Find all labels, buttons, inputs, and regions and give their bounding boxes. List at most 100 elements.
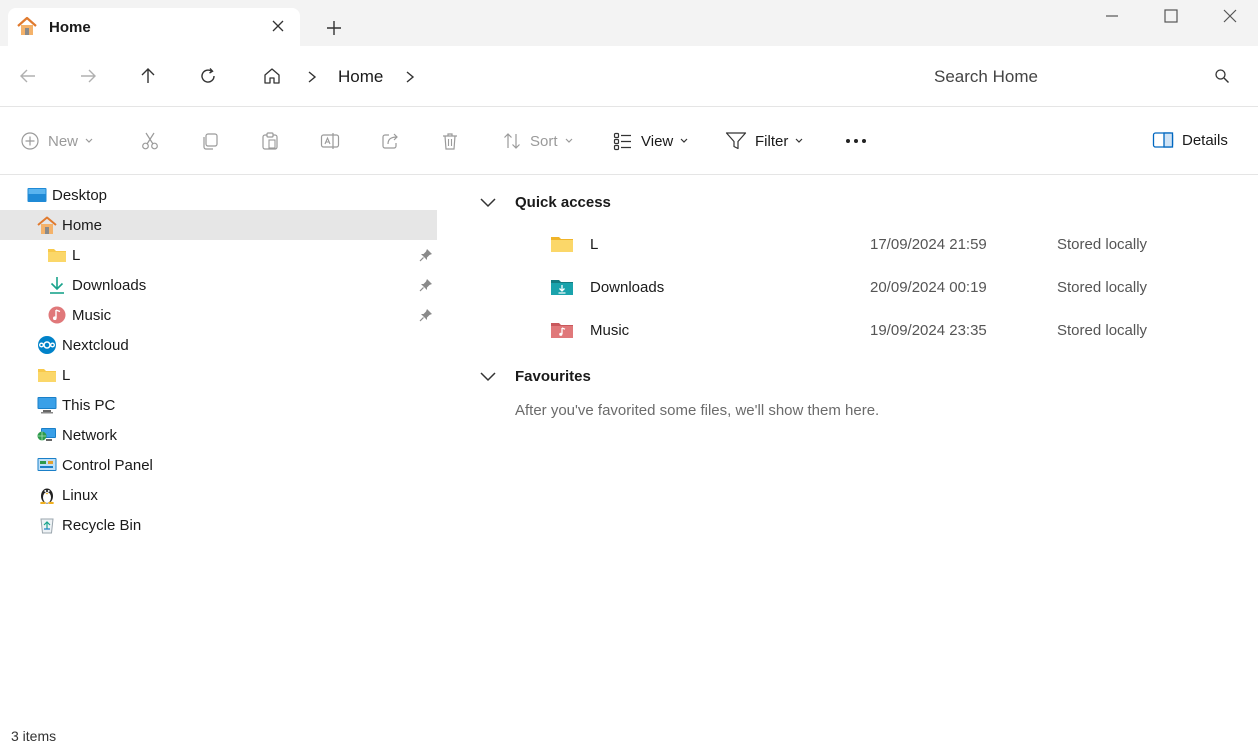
view-button-label: View: [641, 132, 674, 150]
chevron-down-icon: [680, 138, 688, 143]
cut-icon[interactable]: [140, 131, 160, 151]
sidebar-item-label: Nextcloud: [62, 337, 129, 354]
pin-icon[interactable]: [419, 278, 433, 292]
monitor-icon: [37, 397, 57, 414]
file-name: L: [590, 236, 599, 253]
sidebar-item-linux[interactable]: Linux: [0, 480, 437, 510]
sidebar-item-label: This PC: [62, 397, 116, 414]
sidebar-item-label: L: [62, 367, 71, 384]
title-bar: Home: [0, 0, 1258, 46]
close-icon[interactable]: [270, 18, 286, 34]
share-icon[interactable]: [380, 131, 400, 151]
plus-circle-icon: [21, 132, 39, 150]
file-status: Stored locally: [1057, 279, 1148, 296]
quick-access-header[interactable]: Quick access: [478, 194, 611, 211]
forward-arrow-icon[interactable]: [78, 66, 98, 86]
file-status: Stored locally: [1057, 236, 1148, 253]
file-status: Stored locally: [1057, 322, 1148, 339]
file-date: 20/09/2024 00:19: [870, 279, 987, 296]
home-icon: [37, 216, 57, 234]
chevron-right-icon[interactable]: [404, 70, 416, 84]
copy-icon[interactable]: [200, 131, 220, 151]
sidebar-item-label: Downloads: [72, 277, 147, 294]
list-item[interactable]: L 17/09/2024 21:59 Stored locally: [550, 230, 1190, 260]
search-icon[interactable]: [1214, 68, 1230, 84]
pin-icon[interactable]: [419, 308, 433, 322]
section-title: Quick access: [515, 194, 611, 211]
chevron-down-icon: [480, 198, 496, 208]
refresh-icon[interactable]: [198, 66, 218, 86]
music-icon: [48, 306, 66, 324]
sidebar-item-l-pinned[interactable]: L: [0, 240, 437, 270]
sidebar-item-label: Music: [72, 307, 112, 324]
sidebar-item-control-panel[interactable]: Control Panel: [0, 450, 437, 480]
search-input[interactable]: Search Home: [934, 67, 1038, 87]
chevron-down-icon: [85, 138, 93, 143]
tab-home[interactable]: Home: [8, 8, 300, 46]
sidebar-item-downloads-pinned[interactable]: Downloads: [0, 270, 437, 300]
sort-button[interactable]: Sort: [502, 131, 574, 151]
sort-icon: [504, 133, 520, 149]
status-bar-item-count: 3 items: [11, 728, 57, 744]
sidebar-item-label: Home: [62, 217, 103, 234]
new-button[interactable]: New: [20, 131, 94, 151]
sidebar-item-label: Control Panel: [62, 457, 153, 474]
sidebar-item-recycle-bin[interactable]: Recycle Bin: [0, 510, 437, 540]
folder-icon: [48, 249, 66, 262]
network-icon: [37, 428, 56, 441]
sidebar-item-music-pinned[interactable]: Music: [0, 300, 437, 330]
new-tab-icon[interactable]: [324, 18, 344, 38]
section-title: Favourites: [515, 368, 591, 385]
chevron-down-icon: [480, 372, 496, 382]
recycle-bin-icon: [40, 518, 54, 534]
home-outline-icon[interactable]: [262, 66, 282, 86]
view-button[interactable]: View: [613, 131, 689, 151]
downloads-folder-icon: [551, 280, 573, 295]
sort-button-label: Sort: [530, 132, 558, 150]
sidebar-item-nextcloud[interactable]: Nextcloud: [0, 330, 437, 360]
address-bar: Home Search Home: [0, 46, 1258, 107]
folder-icon: [38, 369, 56, 382]
list-view-icon: [613, 132, 631, 151]
back-arrow-icon[interactable]: [18, 66, 38, 86]
favourites-header[interactable]: Favourites: [478, 368, 591, 385]
file-name: Music: [590, 322, 630, 339]
sidebar-item-l[interactable]: L: [0, 360, 437, 390]
chevron-down-icon: [565, 138, 572, 143]
favourites-empty-message: After you've favorited some files, we'll…: [515, 402, 880, 419]
sidebar-item-this-pc[interactable]: This PC: [0, 390, 437, 420]
sidebar-item-desktop[interactable]: Desktop: [0, 180, 437, 210]
rename-icon[interactable]: [320, 131, 340, 151]
folder-icon: [551, 237, 573, 252]
sidebar-item-label: Recycle Bin: [62, 517, 142, 534]
details-pane-icon: [1152, 132, 1174, 148]
nextcloud-icon: [38, 336, 56, 354]
details-button[interactable]: Details: [1152, 131, 1228, 149]
file-name: Downloads: [590, 279, 665, 296]
filter-button-label: Filter: [755, 132, 789, 150]
window-close-icon[interactable]: [1220, 6, 1240, 26]
sidebar-item-label: Desktop: [52, 187, 108, 204]
sidebar-item-home[interactable]: Home: [0, 210, 437, 240]
linux-icon: [40, 488, 54, 504]
chevron-right-icon[interactable]: [306, 70, 318, 84]
command-bar: New Sort View Filter Details: [0, 107, 1258, 175]
file-date: 19/09/2024 23:35: [870, 322, 987, 339]
sidebar-item-label: Network: [62, 427, 118, 444]
minimize-icon[interactable]: [1102, 6, 1122, 26]
paste-icon[interactable]: [260, 131, 280, 151]
chevron-down-icon: [795, 138, 803, 143]
filter-icon: [725, 132, 747, 150]
maximize-icon[interactable]: [1161, 6, 1181, 26]
sidebar-item-network[interactable]: Network: [0, 420, 437, 450]
filter-button[interactable]: Filter: [725, 131, 804, 151]
more-options-icon[interactable]: [845, 137, 869, 145]
details-button-label: Details: [1182, 131, 1228, 149]
list-item[interactable]: Downloads 20/09/2024 00:19 Stored locall…: [550, 273, 1190, 303]
delete-icon[interactable]: [440, 131, 460, 151]
list-item[interactable]: Music 19/09/2024 23:35 Stored locally: [550, 316, 1190, 346]
up-arrow-icon[interactable]: [138, 66, 158, 86]
breadcrumb-home[interactable]: Home: [338, 67, 383, 87]
file-date: 17/09/2024 21:59: [870, 236, 987, 253]
pin-icon[interactable]: [419, 248, 433, 262]
